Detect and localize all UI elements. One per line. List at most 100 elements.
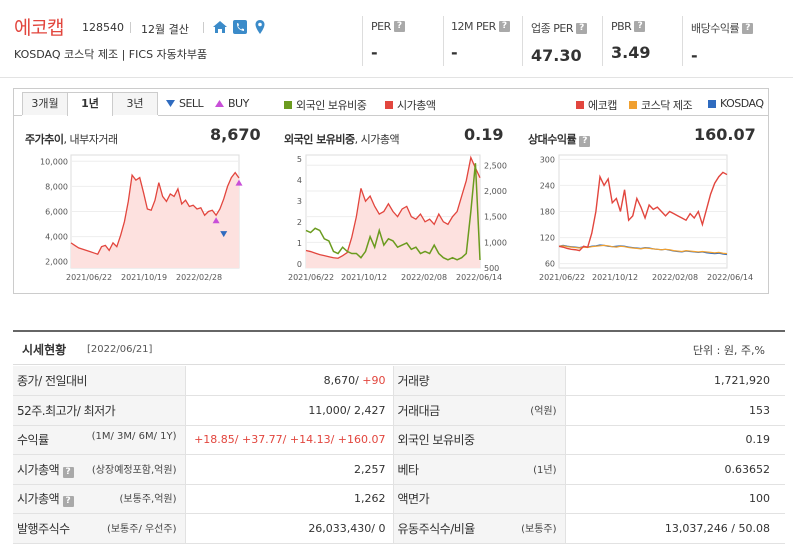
tab-3y[interactable]: 3년: [112, 92, 158, 115]
row-value: 11,000/ 2,427: [185, 395, 393, 426]
metric-value: -: [451, 43, 458, 62]
table-row: 시가총액 ? (보통주,억원) 1,262 액면가 100: [13, 484, 785, 514]
row-label-text: 시가총액: [17, 462, 60, 477]
legend-foreign-label: 외국인 보유비중: [296, 99, 367, 112]
row-label: 유동주식수/비율 (보통주): [392, 513, 566, 544]
help-icon[interactable]: ?: [498, 21, 510, 32]
legend-sell[interactable]: SELL: [166, 97, 204, 110]
legend-mcap[interactable]: 시가총액: [385, 97, 436, 113]
metric-sector-per: 업종 PER? 47.30: [531, 20, 587, 65]
legend-sector[interactable]: 코스닥 제조: [629, 97, 693, 113]
row-label-sub: (보통주): [521, 523, 557, 535]
phone-icon[interactable]: [232, 19, 248, 35]
row-value-main: 2,257: [354, 462, 386, 476]
x-tick-label: 2021/10/12: [341, 273, 387, 282]
y-tick-label: 6,000: [45, 208, 68, 217]
help-icon[interactable]: ?: [575, 22, 587, 34]
metric-label: 배당수익률: [691, 22, 740, 35]
help-icon[interactable]: ?: [579, 136, 591, 147]
row-label-text: 베타: [397, 462, 420, 477]
divider: [443, 16, 444, 66]
section-unit: 단위 : 원, 주,%: [692, 344, 765, 357]
row-value: 2,257: [185, 454, 393, 485]
table-row: 시가총액 ? (상장예정포함,억원) 2,257 베타 (1년) 0.63652: [13, 454, 785, 485]
row-label: 거래대금 (억원): [392, 395, 566, 426]
row-label-text: 발행주식수: [17, 521, 70, 536]
y-tick-label-left: 3: [297, 197, 302, 206]
legend-swatch: [708, 99, 716, 108]
row-label-sub: (보통주,억원): [119, 494, 177, 506]
relative-panel-title: 상대수익률 ?: [528, 131, 591, 147]
company-links: [212, 17, 268, 37]
y-tick-label: 300: [540, 155, 555, 164]
row-label-text: 수익률: [17, 433, 49, 448]
fiscal-month: 12월 결산: [141, 23, 189, 36]
table-row: 발행주식수 (보통주/ 우선주) 26,033,430/ 0 유동주식수/비율 …: [13, 513, 785, 544]
tab-3m[interactable]: 3개월: [22, 92, 68, 115]
row-label-sub: (상장예정포함,억원): [91, 464, 177, 476]
row-value: 0.63652: [565, 454, 785, 485]
y-tick-label-right: 1,500: [484, 213, 507, 222]
legend-foreign[interactable]: 외국인 보유비중: [284, 97, 367, 113]
x-tick-label: 2021/10/12: [592, 273, 638, 282]
row-label: 외국인 보유비중: [392, 425, 566, 455]
row-value-change: +18.85/ +37.77/ +14.13/ +160.07: [194, 433, 386, 447]
row-label-text: 52주.최고가/ 최저가: [17, 403, 116, 418]
help-icon[interactable]: ?: [742, 22, 754, 34]
metric-label: 12M PER: [451, 20, 496, 33]
x-tick-label: 2022/06/14: [456, 273, 502, 282]
row-label: 시가총액 ? (상장예정포함,억원): [13, 454, 186, 485]
y-tick-label-left: 0: [297, 260, 302, 269]
price-panel-title: 주가추이, 내부자거래: [25, 131, 118, 147]
row-label-sub: (억원): [530, 405, 557, 417]
metric-value: -: [371, 43, 378, 62]
foreign-panel-title: 외국인 보유비중, 시가총액: [284, 131, 400, 147]
divider: [522, 16, 523, 66]
price-panel-value: 8,670: [210, 125, 261, 144]
row-label: 베타 (1년): [392, 454, 566, 485]
y-tick-label-left: 1: [297, 239, 302, 248]
location-pin-icon[interactable]: [252, 19, 268, 35]
row-label: 발행주식수 (보통주/ 우선주): [13, 513, 186, 544]
legend-index[interactable]: KOSDAQ: [708, 97, 764, 110]
tab-baseline: [14, 115, 22, 116]
y-tick-label: 10,000: [40, 157, 68, 166]
legend-company-label: 에코캡: [588, 99, 617, 112]
legend-mcap-label: 시가총액: [397, 99, 436, 112]
panel-title-main: 상대수익률: [528, 133, 577, 146]
y-tick-label: 8,000: [45, 182, 68, 191]
chart-container: 3개월 1년 3년 SELL BUY 외국인 보유비중 시가총액 에코캡 코스닥…: [13, 88, 769, 294]
help-icon[interactable]: ?: [634, 21, 646, 32]
home-icon[interactable]: [212, 19, 228, 35]
metric-value: 3.49: [611, 43, 651, 62]
section-title: 시세현황: [22, 343, 67, 357]
x-tick-label: 2021/10/19: [121, 273, 167, 282]
relative-return-chart: 300 240 180 120 60 2021/06/22 2021/10/12 2022/0…: [539, 154, 753, 282]
divider: [362, 16, 363, 66]
help-icon[interactable]: ?: [62, 466, 74, 478]
legend-sell-label: SELL: [179, 97, 204, 110]
legend-buy[interactable]: BUY: [215, 97, 249, 110]
table-row: 수익률 (1M/ 3M/ 6M/ 1Y) +18.85/ +37.77/ +14…: [13, 425, 785, 455]
row-value-main: 11,000/ 2,427: [308, 403, 386, 417]
help-icon[interactable]: ?: [62, 496, 74, 508]
row-value: 13,037,246 / 50.08: [565, 513, 785, 544]
row-label-sub: (1년): [533, 464, 557, 476]
panel-title-main: 외국인 보유비중: [284, 133, 355, 146]
divider: [130, 22, 131, 33]
row-value: +18.85/ +37.77/ +14.13/ +160.07: [185, 425, 393, 455]
y-tick-label-right: 500: [484, 264, 499, 273]
row-label: 종가/ 전일대비: [13, 366, 186, 396]
x-tick-label: 2022/02/08: [652, 273, 698, 282]
x-tick-label: 2022/02/28: [176, 273, 222, 282]
y-tick-label-left: 5: [297, 155, 302, 164]
tab-1y[interactable]: 1년: [67, 92, 113, 116]
y-tick-label: 180: [540, 208, 555, 217]
help-icon[interactable]: ?: [393, 21, 405, 32]
row-value: 100: [565, 484, 785, 514]
x-tick-label: 2021/06/22: [288, 273, 334, 282]
row-value: 0.19: [565, 425, 785, 455]
legend-company[interactable]: 에코캡: [576, 97, 617, 113]
metric-value: 47.30: [531, 46, 582, 65]
metric-label: PER: [371, 20, 391, 33]
